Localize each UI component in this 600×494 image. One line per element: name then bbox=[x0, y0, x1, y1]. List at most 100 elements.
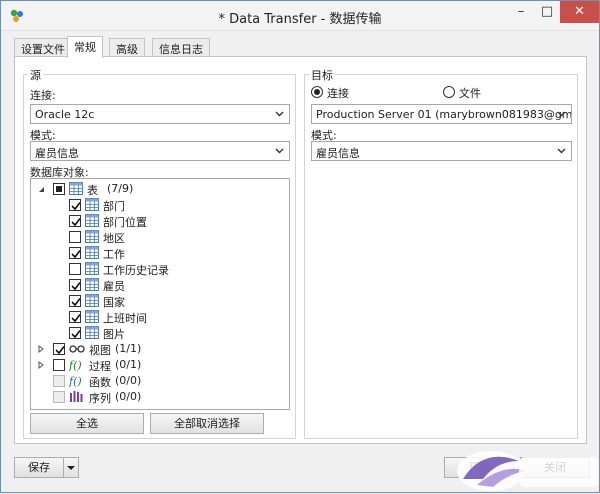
tab-profile[interactable]: 设置文件 bbox=[14, 38, 72, 57]
tree-item-label: 上班时间 bbox=[103, 312, 147, 325]
tree-item-label: 部门位置 bbox=[103, 216, 147, 229]
minimize-button[interactable]: – bbox=[508, 1, 534, 23]
table-icon bbox=[85, 230, 99, 243]
tree-node-views[interactable]: 视图 (1/1) bbox=[35, 341, 285, 357]
tree-item-label: 部门 bbox=[103, 200, 125, 213]
target-connection-value: Production Server 01 (marybrown081983@gm… bbox=[316, 108, 572, 121]
checkbox-table-item[interactable] bbox=[69, 295, 81, 307]
tree-node-label: 序列 bbox=[89, 392, 111, 405]
check-mark-icon bbox=[71, 218, 81, 227]
expand-arrow-icon[interactable] bbox=[37, 185, 45, 193]
tree-node-tables[interactable]: 表 (7/9) bbox=[35, 181, 285, 197]
close-window-button[interactable]: ✕ bbox=[560, 1, 599, 23]
tab-message-log[interactable]: 信息日志 bbox=[152, 38, 210, 57]
tree-node-count: (1/1) bbox=[115, 342, 142, 355]
checkbox-table-item[interactable] bbox=[69, 215, 81, 227]
expand-arrow-icon[interactable] bbox=[37, 345, 45, 353]
radio-target-file-label: 文件 bbox=[459, 87, 481, 100]
tree-node-count: (0/0) bbox=[115, 374, 142, 387]
tree-item-label: 工作历史记录 bbox=[103, 264, 169, 277]
radio-target-connection-label: 连接 bbox=[327, 87, 349, 100]
tree-item-table[interactable]: 雇员 bbox=[35, 277, 285, 293]
target-group-title: 目标 bbox=[309, 67, 335, 83]
tree-node-count: (7/9) bbox=[107, 182, 134, 195]
maximize-button[interactable]: □ bbox=[534, 1, 560, 23]
chevron-down-icon bbox=[275, 111, 284, 117]
table-icon bbox=[85, 310, 99, 323]
function-icon: f() bbox=[69, 375, 82, 387]
source-connection-value: Oracle 12c bbox=[35, 108, 95, 121]
tree-node-procedures[interactable]: f() 过程 (0/1) bbox=[35, 357, 285, 373]
table-icon bbox=[85, 294, 99, 307]
target-schema-select[interactable]: 雇员信息 bbox=[311, 141, 572, 161]
checkbox-table-item[interactable] bbox=[69, 263, 81, 275]
source-schema-value: 雇员信息 bbox=[35, 147, 79, 160]
source-group: 源 连接: Oracle 12c 模式: 雇员信息 数据库对象: 表 (7/9)… bbox=[23, 67, 296, 439]
tree-item-table[interactable]: 地区 bbox=[35, 229, 285, 245]
checkbox-functions bbox=[53, 375, 65, 387]
tree-item-table[interactable]: 国家 bbox=[35, 293, 285, 309]
checkbox-table-item[interactable] bbox=[69, 247, 81, 259]
checkbox-tables[interactable] bbox=[53, 183, 65, 195]
tree-node-count: (0/0) bbox=[115, 390, 142, 403]
target-schema-value: 雇员信息 bbox=[316, 147, 360, 160]
tree-item-table[interactable]: 上班时间 bbox=[35, 309, 285, 325]
table-icon bbox=[85, 262, 99, 275]
checkbox-views[interactable] bbox=[53, 343, 65, 355]
tree-item-label: 地区 bbox=[103, 232, 125, 245]
tree-node-label: 过程 bbox=[89, 360, 111, 373]
tree-item-label: 图片 bbox=[103, 328, 125, 341]
database-objects-tree[interactable]: 表 (7/9) 部门 部门位置 地区 工作 工作历史记录 雇员 国家 上班时间 … bbox=[30, 178, 290, 410]
svg-text:f(): f() bbox=[69, 375, 82, 387]
checkbox-table-item[interactable] bbox=[69, 199, 81, 211]
checkbox-table-item[interactable] bbox=[69, 279, 81, 291]
source-schema-select[interactable]: 雇员信息 bbox=[30, 141, 290, 161]
checkbox-procedures[interactable] bbox=[53, 359, 65, 371]
tree-node-sequences: 序列 (0/0) bbox=[35, 389, 285, 405]
tree-item-table[interactable]: 图片 bbox=[35, 325, 285, 341]
table-icon bbox=[85, 198, 99, 211]
table-icon bbox=[85, 278, 99, 291]
checkbox-sequences bbox=[53, 391, 65, 403]
table-icon bbox=[69, 182, 83, 195]
procedure-icon: f() bbox=[69, 359, 82, 371]
table-icon bbox=[85, 214, 99, 227]
watermark-logo bbox=[457, 451, 599, 491]
checkbox-table-item[interactable] bbox=[69, 311, 81, 323]
general-tab-panel: 源 连接: Oracle 12c 模式: 雇员信息 数据库对象: 表 (7/9)… bbox=[14, 56, 587, 444]
tab-advanced[interactable]: 高级 bbox=[109, 38, 145, 57]
check-mark-icon bbox=[71, 298, 81, 307]
tree-item-label: 雇员 bbox=[103, 280, 125, 293]
checkbox-table-item[interactable] bbox=[69, 231, 81, 243]
radio-target-file[interactable] bbox=[443, 86, 455, 98]
tab-general[interactable]: 常规 bbox=[67, 36, 103, 58]
caret-down-icon bbox=[67, 466, 75, 470]
target-group: 目标 连接 文件 Production Server 01 (marybrown… bbox=[304, 67, 578, 439]
check-mark-icon bbox=[71, 250, 81, 259]
tree-node-label: 视图 bbox=[89, 344, 111, 357]
expand-arrow-icon[interactable] bbox=[37, 361, 45, 369]
select-all-button[interactable]: 全选 bbox=[30, 413, 144, 434]
check-mark-icon bbox=[71, 202, 81, 211]
tree-item-table[interactable]: 部门位置 bbox=[35, 213, 285, 229]
source-connection-select[interactable]: Oracle 12c bbox=[30, 104, 290, 124]
radio-target-connection[interactable] bbox=[311, 86, 323, 98]
tree-node-label: 函数 bbox=[89, 376, 111, 389]
title-bar: * Data Transfer - 数据传输 – □ ✕ bbox=[1, 1, 599, 31]
check-mark-icon bbox=[71, 282, 81, 291]
save-button[interactable]: 保存 bbox=[14, 457, 64, 478]
tree-item-table[interactable]: 部门 bbox=[35, 197, 285, 213]
table-icon bbox=[85, 326, 99, 339]
tree-node-count: (0/1) bbox=[115, 358, 142, 371]
tree-item-table[interactable]: 工作历史记录 bbox=[35, 261, 285, 277]
deselect-all-button[interactable]: 全部取消选择 bbox=[150, 413, 264, 434]
checkbox-table-item[interactable] bbox=[69, 327, 81, 339]
check-mark-icon bbox=[71, 330, 81, 339]
tree-node-functions: f() 函数 (0/0) bbox=[35, 373, 285, 389]
save-dropdown-button[interactable] bbox=[63, 457, 79, 478]
tree-item-table[interactable]: 工作 bbox=[35, 245, 285, 261]
tree-node-label: 表 bbox=[87, 184, 98, 197]
view-glasses-icon bbox=[69, 345, 85, 353]
target-connection-select[interactable]: Production Server 01 (marybrown081983@gm… bbox=[311, 104, 572, 124]
source-connection-label: 连接: bbox=[30, 89, 56, 102]
